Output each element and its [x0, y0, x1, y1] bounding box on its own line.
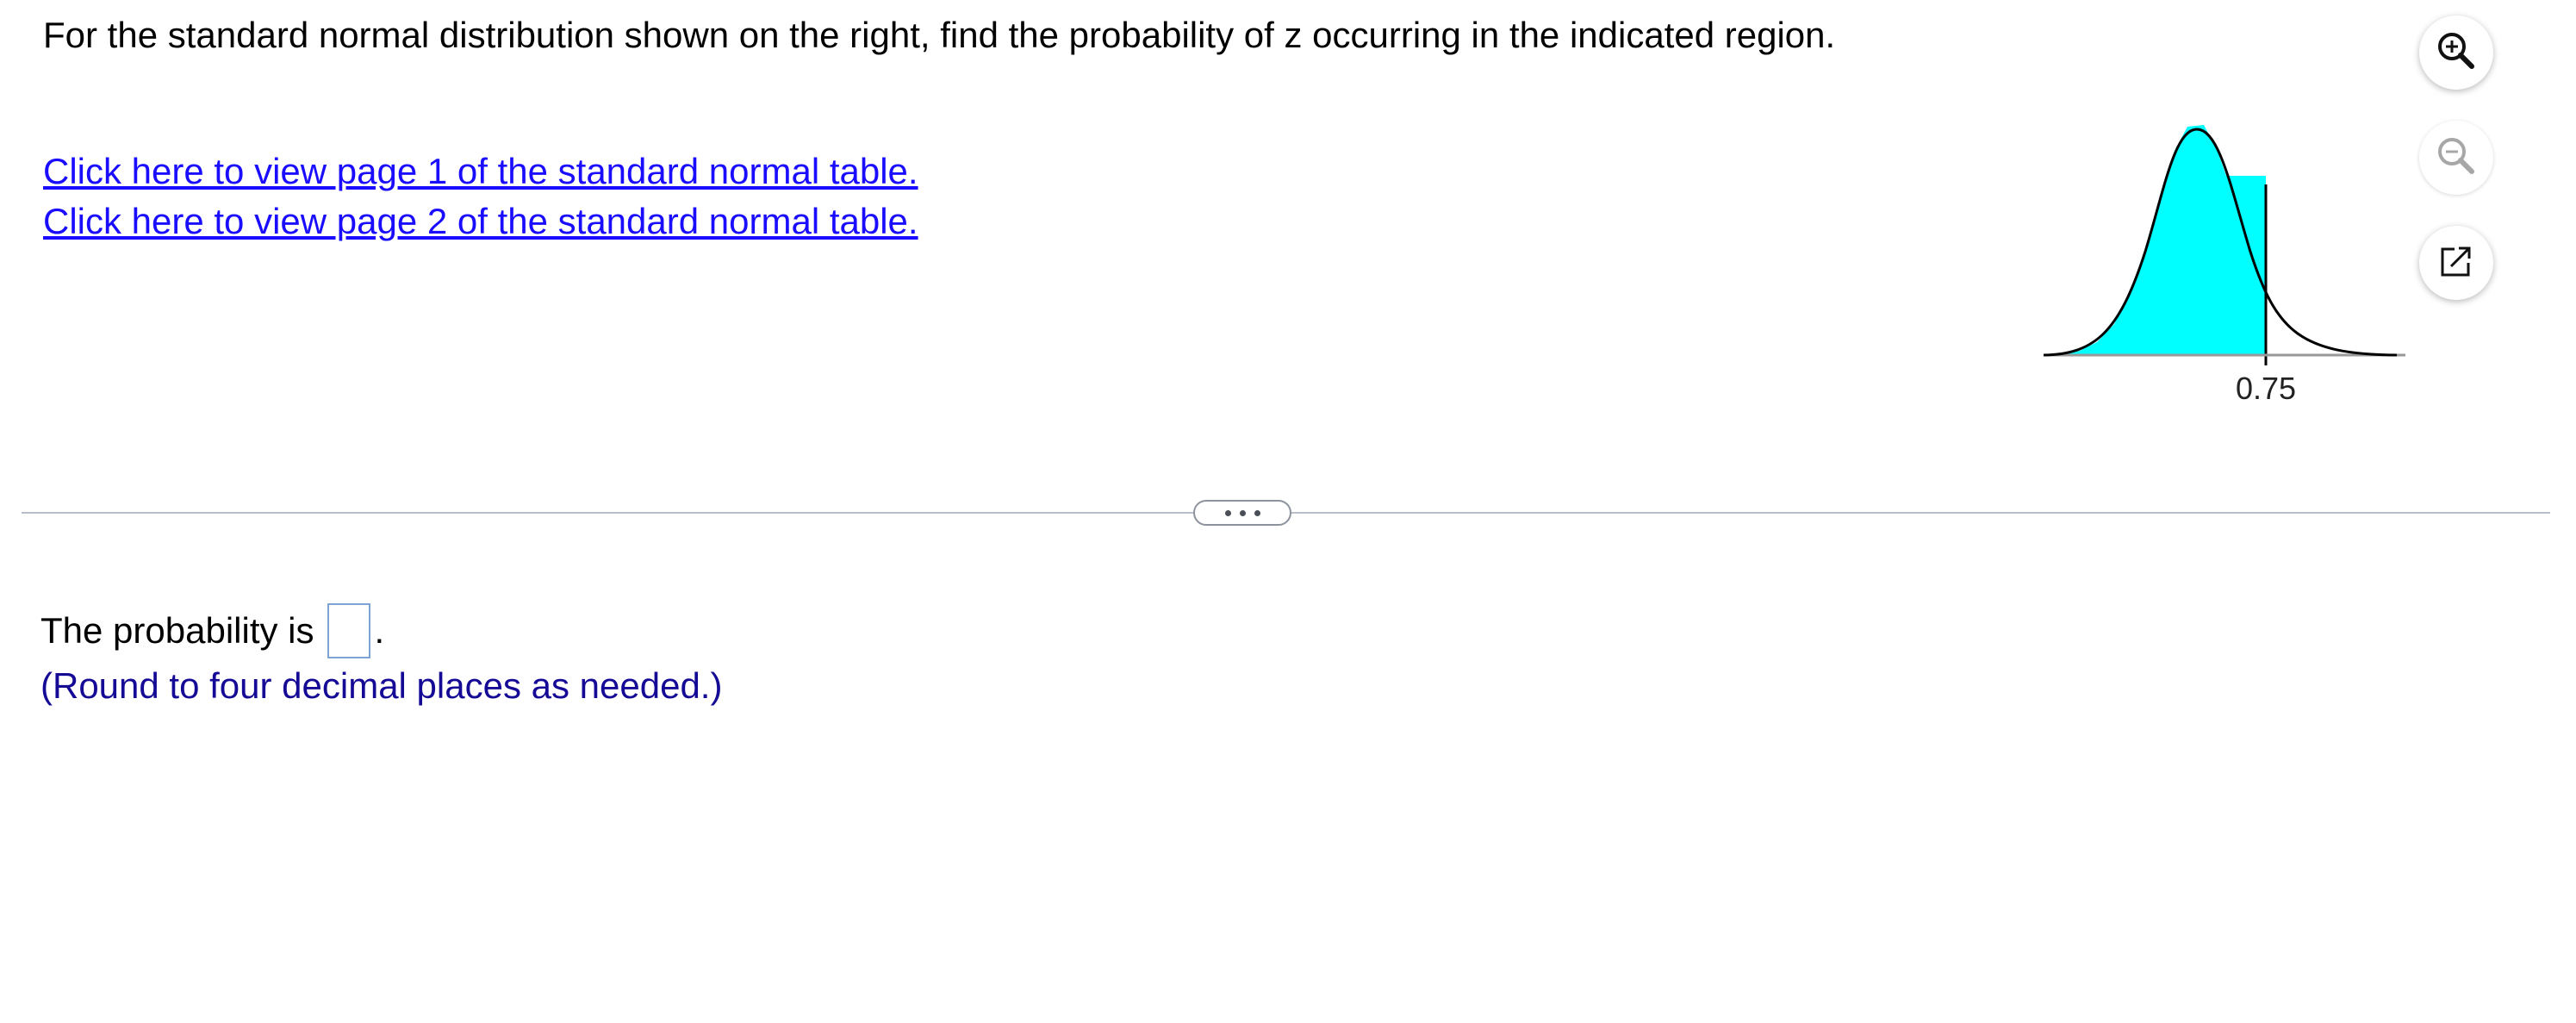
- answer-prefix: The probability is: [40, 610, 314, 651]
- answer-line: The probability is .: [40, 603, 722, 658]
- answer-area: The probability is . (Round to four deci…: [40, 603, 722, 714]
- probability-answer-input[interactable]: [327, 603, 371, 658]
- z-value-label: 0.75: [2236, 371, 2296, 406]
- popout-button[interactable]: [2419, 226, 2493, 300]
- figure-tools: [2419, 16, 2502, 331]
- zoom-in-icon: [2432, 27, 2480, 79]
- normal-table-page-2-link[interactable]: Click here to view page 2 of the standar…: [43, 196, 918, 246]
- normal-distribution-figure: 0.75: [2044, 69, 2405, 431]
- expand-more-button[interactable]: [1193, 500, 1291, 526]
- normal-table-page-1-link[interactable]: Click here to view page 1 of the standar…: [43, 147, 918, 196]
- more-dot-icon: [1239, 509, 1246, 516]
- zoom-in-button[interactable]: [2419, 16, 2493, 90]
- more-dot-icon: [1254, 509, 1260, 516]
- normal-curve-graph: 0.75: [2044, 125, 2405, 406]
- more-dot-icon: [1224, 509, 1231, 516]
- shaded-region: [2044, 125, 2266, 355]
- zoom-out-icon: [2432, 132, 2480, 184]
- table-links: Click here to view page 1 of the standar…: [43, 147, 918, 246]
- rounding-hint: (Round to four decimal places as needed.…: [40, 665, 723, 706]
- answer-suffix: .: [374, 610, 385, 651]
- popout-icon: [2436, 240, 2477, 286]
- question-text: For the standard normal distribution sho…: [43, 15, 1836, 55]
- zoom-out-button[interactable]: [2419, 121, 2493, 195]
